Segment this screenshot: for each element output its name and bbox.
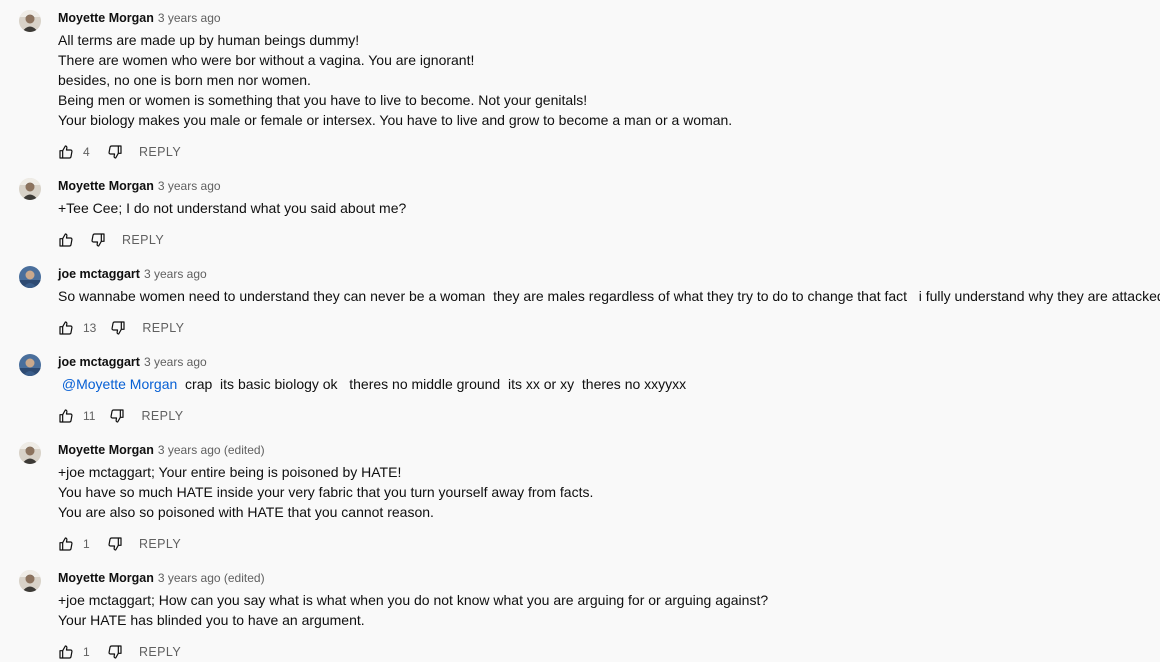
thumbs-up-icon[interactable] (58, 536, 74, 552)
avatar[interactable] (19, 10, 41, 32)
comment-line: You have so much HATE inside your very f… (58, 482, 593, 502)
comment-text: +joe mctaggart; How can you say what is … (58, 590, 768, 630)
timestamp[interactable]: 3 years ago (edited) (158, 571, 265, 585)
comment-header: Moyette Morgan 3 years ago (58, 10, 221, 26)
thumbs-up-icon[interactable] (58, 408, 74, 424)
comment-line: You are also so poisoned with HATE that … (58, 502, 593, 522)
comment-header: Moyette Morgan 3 years ago (58, 178, 221, 194)
thumbs-down-icon[interactable] (107, 644, 123, 660)
text-segment: Your biology makes you male or female or… (58, 112, 733, 128)
comment-text: All terms are made up by human beings du… (58, 30, 732, 130)
comment-line: +Tee Cee; I do not understand what you s… (58, 198, 406, 218)
reply-button[interactable]: REPLY (139, 537, 181, 551)
like-count: 11 (83, 409, 96, 423)
timestamp[interactable]: 3 years ago (edited) (158, 443, 265, 457)
thumbs-down-icon[interactable] (90, 232, 106, 248)
timestamp[interactable]: 3 years ago (144, 355, 207, 369)
reply-button[interactable]: REPLY (141, 409, 183, 423)
thumbs-up-icon[interactable] (58, 644, 74, 660)
author-name[interactable]: joe mctaggart (58, 267, 140, 281)
comment-text: @Moyette Morgan crap its basic biology o… (58, 374, 686, 394)
comment-header: Moyette Morgan 3 years ago (edited) (58, 442, 265, 458)
text-segment: +joe mctaggart; How can you say what is … (58, 592, 769, 608)
avatar[interactable] (19, 266, 41, 288)
comment-line: @Moyette Morgan crap its basic biology o… (58, 374, 686, 394)
timestamp[interactable]: 3 years ago (158, 11, 221, 25)
like-count: 1 (83, 537, 90, 551)
comment-header: joe mctaggart 3 years ago (58, 354, 207, 370)
comment-actions: 1 REPLY (58, 536, 181, 552)
comment-line: Your biology makes you male or female or… (58, 110, 732, 130)
comment-text: +Tee Cee; I do not understand what you s… (58, 198, 406, 218)
text-segment: There are women who were bor without a v… (58, 52, 475, 68)
author-name[interactable]: joe mctaggart (58, 355, 140, 369)
comment-line: besides, no one is born men nor women. (58, 70, 732, 90)
avatar[interactable] (19, 178, 41, 200)
avatar[interactable] (19, 354, 41, 376)
author-name[interactable]: Moyette Morgan (58, 571, 154, 585)
comment-line: Being men or women is something that you… (58, 90, 732, 110)
mention-link[interactable]: @Moyette Morgan (62, 376, 177, 392)
timestamp[interactable]: 3 years ago (158, 179, 221, 193)
thumbs-up-icon[interactable] (58, 232, 74, 248)
thumbs-down-icon[interactable] (107, 536, 123, 552)
like-count: 13 (83, 321, 97, 335)
comment-header: joe mctaggart 3 years ago (58, 266, 207, 282)
avatar[interactable] (19, 570, 41, 592)
comment-line: +joe mctaggart; Your entire being is poi… (58, 462, 593, 482)
comment-actions: 11 REPLY (58, 408, 184, 424)
text-segment: +Tee Cee; I do not understand what you s… (58, 200, 407, 216)
text-segment: So wannabe women need to understand they… (58, 288, 1160, 304)
text-segment: crap its basic biology ok theres no midd… (177, 376, 687, 392)
comment-actions: 4 REPLY (58, 144, 181, 160)
comment-line: There are women who were bor without a v… (58, 50, 732, 70)
text-segment: You have so much HATE inside your very f… (58, 484, 594, 500)
thumbs-down-icon[interactable] (110, 320, 126, 336)
reply-button[interactable]: REPLY (139, 645, 181, 659)
text-segment: Being men or women is something that you… (58, 92, 588, 108)
like-count: 4 (83, 145, 90, 159)
comment-text: +joe mctaggart; Your entire being is poi… (58, 462, 593, 522)
comment-line: Your HATE has blinded you to have an arg… (58, 610, 768, 630)
comment-actions: REPLY (58, 232, 164, 248)
comment-thread: Moyette Morgan 3 years ago All terms are m… (0, 0, 1160, 662)
author-name[interactable]: Moyette Morgan (58, 11, 154, 25)
author-name[interactable]: Moyette Morgan (58, 179, 154, 193)
comment-text: So wannabe women need to understand they… (58, 286, 1160, 306)
reply-button[interactable]: REPLY (122, 233, 164, 247)
text-segment: +joe mctaggart; Your entire being is poi… (58, 464, 402, 480)
text-segment: All terms are made up by human beings du… (58, 32, 360, 48)
avatar[interactable] (19, 442, 41, 464)
comment-actions: 1 REPLY (58, 644, 181, 660)
thumbs-up-icon[interactable] (58, 144, 74, 160)
comment-line: +joe mctaggart; How can you say what is … (58, 590, 768, 610)
comment-line: So wannabe women need to understand they… (58, 286, 1160, 306)
reply-button[interactable]: REPLY (142, 321, 184, 335)
thumbs-up-icon[interactable] (58, 320, 74, 336)
timestamp[interactable]: 3 years ago (144, 267, 207, 281)
text-segment: besides, no one is born men nor women. (58, 72, 311, 88)
comment-header: Moyette Morgan 3 years ago (edited) (58, 570, 265, 586)
text-segment: Your HATE has blinded you to have an arg… (58, 612, 365, 628)
thumbs-down-icon[interactable] (107, 144, 123, 160)
like-count: 1 (83, 645, 90, 659)
author-name[interactable]: Moyette Morgan (58, 443, 154, 457)
text-segment: You are also so poisoned with HATE that … (58, 504, 434, 520)
reply-button[interactable]: REPLY (139, 145, 181, 159)
thumbs-down-icon[interactable] (109, 408, 125, 424)
comment-line: All terms are made up by human beings du… (58, 30, 732, 50)
comment-actions: 13 REPLY (58, 320, 184, 336)
